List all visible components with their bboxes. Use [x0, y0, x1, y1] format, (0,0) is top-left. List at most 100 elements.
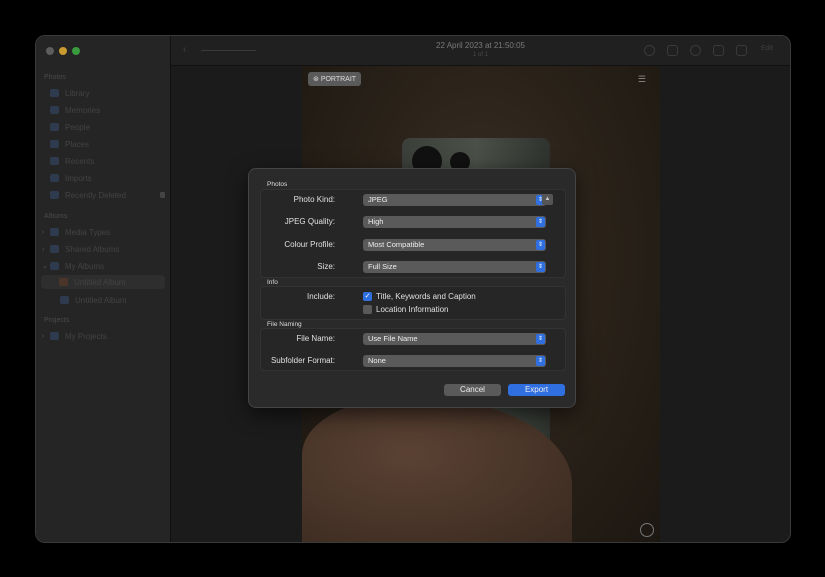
cancel-button[interactable]: Cancel	[444, 384, 501, 396]
sidebar-item-my-albums[interactable]: ⌄ My Albums	[42, 259, 165, 273]
label: My Projects	[65, 331, 107, 341]
jpeg-quality-label: JPEG Quality:	[284, 217, 335, 226]
enhance-icon[interactable]	[736, 45, 747, 56]
label: Memories	[65, 105, 101, 115]
chevron-right-icon[interactable]: ›	[42, 229, 44, 236]
close-button[interactable]	[46, 47, 54, 55]
photos-header: Photos	[267, 181, 288, 188]
info-group: Include: ✓ Title, Keywords and Caption L…	[260, 286, 566, 320]
chevron-updown-icon: ⇕	[536, 217, 545, 227]
label: Media Types	[65, 227, 111, 237]
sidebar-item-my-projects[interactable]: › My Projects	[42, 329, 165, 343]
sidebar: Photos Library Memories People Places Re…	[36, 36, 171, 542]
sidebar-item-library[interactable]: Library	[50, 86, 165, 100]
size-label: Size:	[317, 262, 335, 271]
value: None	[368, 356, 386, 365]
portrait-badge[interactable]: ⊛ PORTRAIT	[308, 72, 362, 86]
sidebar-item-places[interactable]: Places	[50, 137, 165, 151]
shared-icon	[50, 245, 59, 253]
album-icon	[60, 296, 69, 304]
chevron-updown-icon: ⇕	[536, 334, 545, 344]
file-name-select[interactable]: Use File Name ⇕	[363, 333, 546, 345]
chevron-updown-icon: ⇕	[536, 240, 545, 250]
subfolder-label: Subfolder Format:	[270, 356, 335, 365]
label: Library	[65, 88, 90, 98]
value: JPEG	[368, 195, 388, 204]
sidebar-item-media-types[interactable]: › Media Types	[42, 225, 165, 239]
share-icon[interactable]	[667, 45, 678, 56]
folder-icon	[50, 228, 59, 236]
trash-icon	[50, 191, 59, 199]
zoom-button[interactable]	[72, 47, 80, 55]
section-albums: Albums	[44, 213, 68, 220]
label: My Albums	[65, 261, 105, 271]
info-header: Info	[267, 279, 278, 286]
favorite-icon[interactable]	[690, 45, 701, 56]
photo-kind-label: Photo Kind:	[293, 195, 335, 204]
sidebar-item-people[interactable]: People	[50, 120, 165, 134]
sidebar-item-shared-albums[interactable]: › Shared Albums	[42, 242, 165, 256]
sidebar-item-recents[interactable]: Recents	[50, 154, 165, 168]
recents-icon	[50, 157, 59, 165]
label: Places	[65, 139, 90, 149]
folder-icon	[50, 332, 59, 340]
section-projects: Projects	[44, 317, 70, 324]
rotate-icon[interactable]	[713, 45, 724, 56]
size-select[interactable]: Full Size ⇕	[363, 261, 546, 273]
title-keywords-label: Title, Keywords and Caption	[376, 292, 476, 301]
title-keywords-checkbox[interactable]: ✓	[363, 292, 372, 301]
label: People	[65, 122, 90, 132]
memories-icon	[50, 106, 59, 114]
include-label: Include:	[306, 292, 335, 301]
file-name-label: File Name:	[296, 334, 335, 343]
label: Untitled Album	[74, 277, 126, 287]
chevron-down-icon[interactable]: ⌄	[42, 262, 48, 270]
imports-icon	[50, 174, 59, 182]
sidebar-item-imports[interactable]: Imports	[50, 171, 165, 185]
sidebar-item-memories[interactable]: Memories	[50, 103, 165, 117]
export-dialog: Photos Photo Kind: JPEG ⇕ ▲ JPEG Quality:…	[248, 168, 576, 408]
portrait-label: PORTRAIT	[320, 76, 357, 83]
value: Use File Name	[368, 334, 418, 343]
edit-button[interactable]: Edit	[761, 45, 773, 52]
label: Untitled Album	[75, 295, 127, 305]
info-icon[interactable]	[644, 45, 655, 56]
file-naming-group: File Name: Use File Name ⇕ Subfolder Form…	[260, 328, 566, 371]
library-icon	[50, 89, 59, 97]
zoom-slider[interactable]	[201, 50, 256, 51]
chevron-right-icon[interactable]: ›	[42, 333, 44, 340]
value: Most Compatible	[368, 240, 425, 249]
file-naming-header: File Naming	[267, 321, 302, 328]
album-icon	[59, 278, 68, 286]
export-button[interactable]: Export	[508, 384, 565, 396]
lock-icon	[160, 192, 165, 198]
places-icon	[50, 140, 59, 148]
value: High	[368, 217, 384, 226]
location-checkbox[interactable]	[363, 305, 372, 314]
colour-profile-label: Colour Profile:	[284, 240, 335, 249]
adjust-icon[interactable]: ☰	[638, 74, 646, 85]
photo-kind-select[interactable]: JPEG ⇕	[363, 194, 546, 206]
label: Recently Deleted	[65, 190, 126, 200]
toolbar: ‹ 22 April 2023 at 21:50:05 1 of 1 Edit	[171, 36, 790, 66]
people-icon	[50, 123, 59, 131]
label: Recents	[65, 156, 95, 166]
folder-icon	[50, 262, 59, 270]
colour-profile-select[interactable]: Most Compatible ⇕	[363, 239, 546, 251]
photos-group: Photo Kind: JPEG ⇕ ▲ JPEG Quality: High ⇕ …	[260, 189, 566, 278]
live-icon[interactable]	[640, 523, 654, 537]
sidebar-item-untitled-album-2[interactable]: Untitled Album	[60, 293, 175, 307]
chevron-updown-icon: ⇕	[536, 262, 545, 272]
sidebar-item-untitled-album-1[interactable]: Untitled Album	[41, 275, 165, 289]
chevron-right-icon[interactable]: ›	[42, 246, 44, 253]
expand-button[interactable]: ▲	[542, 194, 553, 205]
jpeg-quality-select[interactable]: High ⇕	[363, 216, 546, 228]
location-label: Location Information	[376, 305, 449, 314]
section-photos: Photos	[44, 74, 66, 81]
label: Imports	[65, 173, 92, 183]
value: Full Size	[368, 262, 397, 271]
sidebar-item-recently-deleted[interactable]: Recently Deleted	[50, 188, 165, 202]
minimize-button[interactable]	[59, 47, 67, 55]
subfolder-select[interactable]: None ⇕	[363, 355, 546, 367]
chevron-updown-icon: ⇕	[536, 356, 545, 366]
